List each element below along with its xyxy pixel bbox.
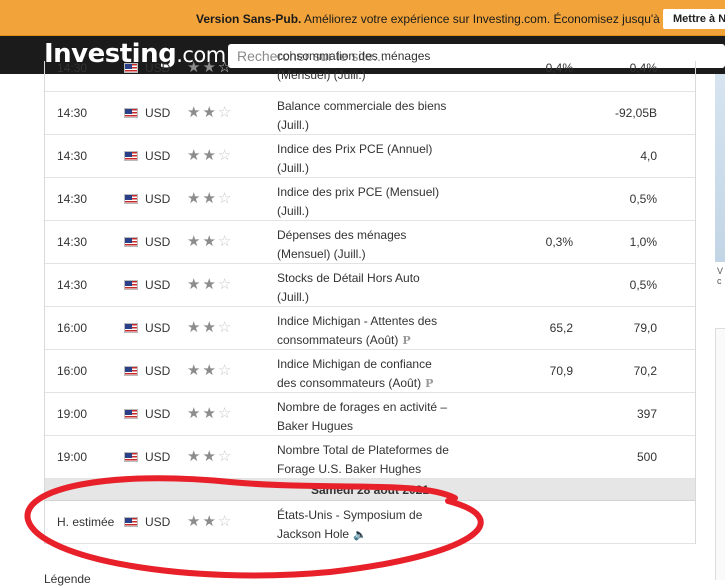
event-time: 14:30	[57, 149, 88, 163]
event-time: 14:30	[57, 235, 88, 249]
event-name[interactable]: Indice des prix PCE (Mensuel) (Juill.)	[277, 183, 457, 221]
day-separator: Samedi 28 août 2021	[45, 479, 695, 501]
importance-stars: ★★☆	[187, 276, 234, 293]
event-time: 16:00	[57, 364, 88, 378]
event-name[interactable]: Stocks de Détail Hors Auto (Juill.)	[277, 269, 457, 307]
us-flag-icon	[124, 151, 138, 161]
table-row[interactable]: 14:30 USD ★★☆ Stocks de Détail Hors Auto (Ju…	[45, 264, 695, 307]
table-row[interactable]: 16:00 USD ★★☆ Indice Michigan - Attentes de…	[45, 307, 695, 350]
event-time: 14:30	[57, 61, 88, 75]
sidebar-image	[715, 74, 725, 262]
actual-value: 500	[636, 450, 657, 464]
event-time: 16:00	[57, 321, 88, 335]
event-currency: USD	[145, 321, 171, 335]
legend-heading: Légende	[44, 572, 91, 586]
upgrade-button[interactable]: Mettre à Niveau	[663, 9, 725, 29]
table-row[interactable]: 14:30 USD ★★☆ consommation des ménages (Mens…	[45, 49, 695, 92]
event-currency: USD	[145, 515, 171, 529]
event-currency: USD	[145, 364, 171, 378]
actual-value: -92,05B	[614, 106, 657, 120]
actual-value: 0,5%	[629, 192, 657, 206]
preliminary-icon: P	[425, 377, 434, 390]
economic-calendar-table: 14:30 USD ★★☆ consommation des ménages (Mens…	[44, 49, 696, 544]
actual-value: 70,2	[633, 364, 657, 378]
event-time: 19:00	[57, 450, 88, 464]
event-time: 14:30	[57, 192, 88, 206]
table-row[interactable]: 14:30 USD ★★☆ Indice des Prix PCE (Annuel)(…	[45, 135, 695, 178]
event-currency: USD	[145, 278, 171, 292]
us-flag-icon	[124, 452, 138, 462]
importance-stars: ★★☆	[187, 104, 234, 121]
right-sidebar-partial: Vc	[715, 74, 725, 580]
promo-banner: Version Sans-Pub. Améliorez votre expéri…	[0, 0, 725, 36]
previous-value: 0,4%	[545, 61, 573, 75]
us-flag-icon	[124, 108, 138, 118]
event-name[interactable]: Nombre de forages en activité – Baker Hug…	[277, 398, 457, 436]
us-flag-icon	[124, 366, 138, 376]
us-flag-icon	[124, 63, 138, 73]
table-row[interactable]: 14:30 USD ★★☆ Dépenses des ménages (Mensuel)…	[45, 221, 695, 264]
event-currency: USD	[145, 450, 171, 464]
sidebar-text-fragment: Vc	[717, 266, 724, 286]
importance-stars: ★★☆	[187, 513, 234, 530]
importance-stars: ★★☆	[187, 190, 234, 207]
us-flag-icon	[124, 323, 138, 333]
event-name[interactable]: Dépenses des ménages (Mensuel) (Juill.)	[277, 226, 457, 264]
sidebar-box	[715, 328, 725, 580]
event-time: 14:30	[57, 106, 88, 120]
importance-stars: ★★☆	[187, 362, 234, 379]
event-name[interactable]: Indice Michigan - Attentes des consommate…	[277, 312, 457, 350]
previous-value: 65,2	[549, 321, 573, 335]
actual-value: 4,0	[640, 149, 657, 163]
actual-value: 397	[636, 407, 657, 421]
event-name[interactable]: Balance commerciale des biens (Juill.)	[277, 97, 457, 135]
actual-value: 0,4%	[629, 61, 657, 75]
importance-stars: ★★☆	[187, 147, 234, 164]
table-row[interactable]: 14:30 USD ★★☆ Indice des prix PCE (Mensuel)…	[45, 178, 695, 221]
actual-value: 1,0%	[629, 235, 657, 249]
event-name[interactable]: Nombre Total de Plateformes de Forage U.S…	[277, 441, 457, 479]
event-name[interactable]: Indice des Prix PCE (Annuel) (Juill.)	[277, 140, 457, 178]
us-flag-icon	[124, 517, 138, 527]
importance-stars: ★★☆	[187, 405, 234, 422]
importance-stars: ★★☆	[187, 233, 234, 250]
table-row[interactable]: 19:00 USD ★★☆ Nombre Total de Plateformes d…	[45, 436, 695, 479]
us-flag-icon	[124, 237, 138, 247]
speaker-icon: 🔈	[353, 529, 367, 541]
importance-stars: ★★☆	[187, 59, 234, 76]
event-time: 14:30	[57, 278, 88, 292]
preliminary-icon: P	[402, 334, 411, 347]
event-name[interactable]: États-Unis - Symposium de Jackson Hole 🔈	[277, 506, 457, 545]
event-name[interactable]: Indice Michigan de confiance des consomma…	[277, 355, 457, 393]
table-row[interactable]: 19:00 USD ★★☆ Nombre de forages en activité…	[45, 393, 695, 436]
event-time: 19:00	[57, 407, 88, 421]
promo-text: Version Sans-Pub. Améliorez votre expéri…	[196, 12, 691, 26]
us-flag-icon	[124, 194, 138, 204]
importance-stars: ★★☆	[187, 448, 234, 465]
actual-value: 79,0	[633, 321, 657, 335]
actual-value: 0,5%	[629, 278, 657, 292]
us-flag-icon	[124, 280, 138, 290]
table-row[interactable]: 16:00 USD ★★☆ Indice Michigan de confiance d…	[45, 350, 695, 393]
event-time: H. estimée	[57, 515, 115, 529]
event-currency: USD	[145, 106, 171, 120]
event-currency: USD	[145, 61, 171, 75]
event-currency: USD	[145, 149, 171, 163]
event-currency: USD	[145, 407, 171, 421]
importance-stars: ★★☆	[187, 319, 234, 336]
event-name[interactable]: consommation des ménages (Mensuel) (Juill…	[277, 47, 457, 85]
event-currency: USD	[145, 235, 171, 249]
us-flag-icon	[124, 409, 138, 419]
previous-value: 0,3%	[545, 235, 573, 249]
previous-value: 70,9	[549, 364, 573, 378]
table-row[interactable]: 14:30 USD ★★☆ Balance commerciale des biens…	[45, 92, 695, 135]
table-row[interactable]: H. estimée USD ★★☆ États-Unis - Symposiu…	[45, 501, 695, 544]
event-currency: USD	[145, 192, 171, 206]
